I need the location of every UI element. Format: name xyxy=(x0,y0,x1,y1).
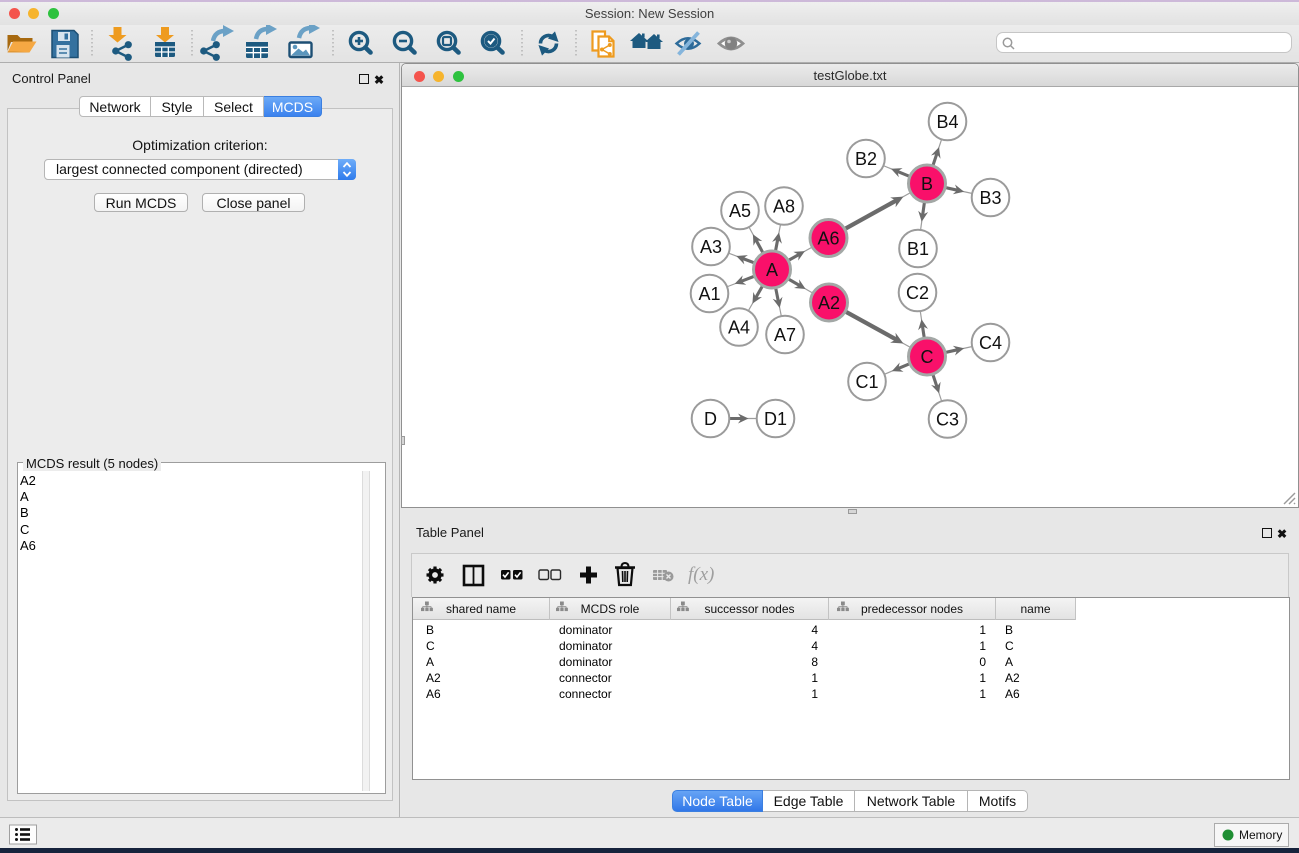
svg-text:C: C xyxy=(921,347,934,367)
svg-text:B4: B4 xyxy=(936,112,958,132)
svg-text:Memory: Memory xyxy=(1239,828,1282,842)
svg-text:D: D xyxy=(704,409,717,429)
svg-text:A7: A7 xyxy=(774,325,796,345)
svg-text:B2: B2 xyxy=(855,149,877,169)
svg-text:B3: B3 xyxy=(979,188,1001,208)
svg-text:C1: C1 xyxy=(855,372,878,392)
svg-text:A: A xyxy=(766,260,778,280)
svg-text:D1: D1 xyxy=(764,409,787,429)
svg-text:B: B xyxy=(921,174,933,194)
svg-text:f(x): f(x) xyxy=(688,564,714,585)
svg-text:C2: C2 xyxy=(906,283,929,303)
svg-text:A6: A6 xyxy=(817,228,839,248)
svg-text:B1: B1 xyxy=(907,239,929,259)
svg-text:A1: A1 xyxy=(698,284,720,304)
svg-text:A5: A5 xyxy=(729,201,751,221)
svg-text:A8: A8 xyxy=(773,196,795,216)
svg-text:A4: A4 xyxy=(728,317,750,337)
svg-text:A3: A3 xyxy=(700,237,722,257)
svg-text:C4: C4 xyxy=(979,333,1002,353)
svg-text:C3: C3 xyxy=(936,409,959,429)
svg-text:A2: A2 xyxy=(818,293,840,313)
